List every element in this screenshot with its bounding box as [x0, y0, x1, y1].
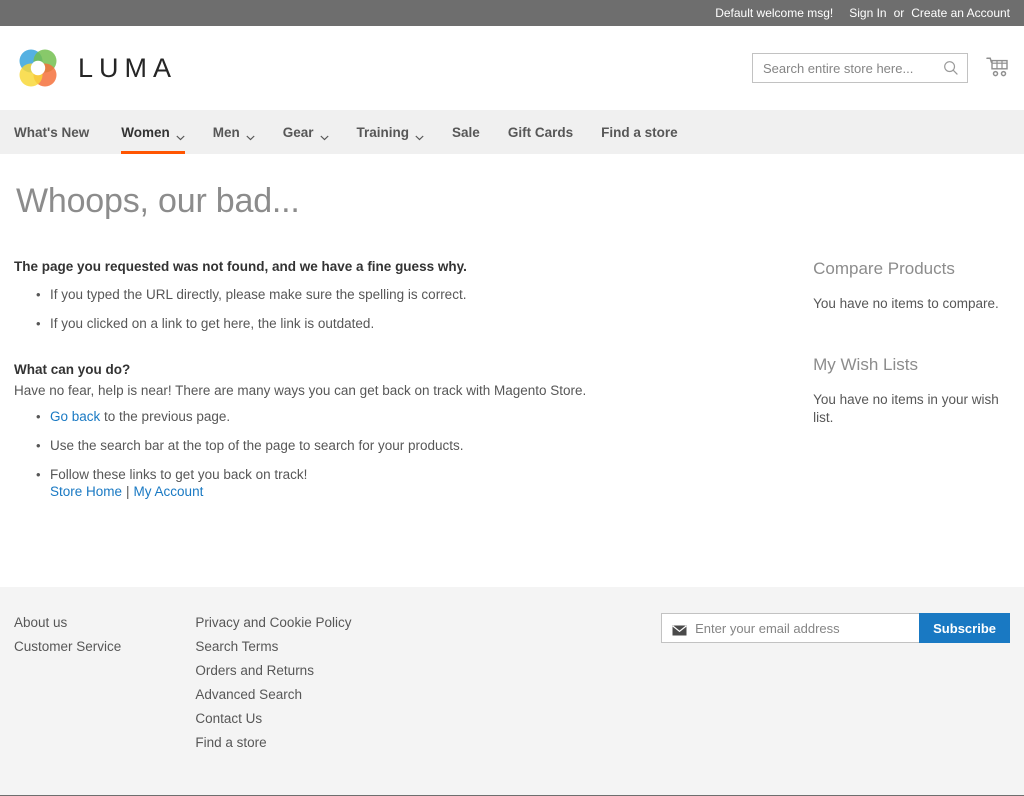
- chevron-down-icon: [246, 129, 255, 135]
- nav-item-label: Sale: [452, 125, 480, 140]
- logo-text: LUMA: [78, 53, 177, 84]
- footer-column-2: Privacy and Cookie PolicySearch TermsOrd…: [195, 611, 661, 755]
- nav-item-women[interactable]: Women: [107, 110, 199, 154]
- footer-link-find-a-store[interactable]: Find a store: [195, 731, 266, 755]
- nav-item-label: Gear: [283, 125, 314, 140]
- list-item: Go back to the previous page.: [36, 404, 703, 433]
- go-back-rest-text: to the previous page.: [100, 409, 230, 424]
- footer-link-customer-service[interactable]: Customer Service: [14, 635, 121, 659]
- footer-link-about-us[interactable]: About us: [14, 611, 67, 635]
- page-main: Whoops, our bad... The page you requeste…: [0, 182, 1024, 587]
- quick-links-row: Store Home | My Account: [50, 484, 203, 499]
- store-home-link[interactable]: Store Home: [50, 484, 122, 499]
- nav-item-label: Gift Cards: [508, 125, 573, 140]
- subscribe-button[interactable]: Subscribe: [919, 613, 1010, 643]
- search-icon[interactable]: [943, 60, 959, 76]
- wishlist-title: My Wish Lists: [813, 355, 1010, 375]
- list-item: If you typed the URL directly, please ma…: [36, 282, 703, 311]
- luma-flower-logo-icon: [14, 44, 62, 92]
- sidebar: Compare Products You have no items to co…: [813, 259, 1010, 508]
- action-list: Go back to the previous page. Use the se…: [36, 404, 703, 508]
- header-actions: [752, 53, 1010, 83]
- list-item: If you clicked on a link to get here, th…: [36, 311, 703, 340]
- nav-item-gear[interactable]: Gear: [269, 110, 343, 154]
- nav-item-what-s-new[interactable]: What's New: [14, 110, 107, 154]
- create-account-link[interactable]: Create an Account: [911, 0, 1010, 26]
- list-item: Follow these links to get you back on tr…: [36, 462, 703, 508]
- shopping-cart-icon[interactable]: [986, 56, 1010, 80]
- compare-products-title: Compare Products: [813, 259, 1010, 279]
- nav-item-label: Training: [357, 125, 410, 140]
- sign-in-link[interactable]: Sign In: [849, 0, 886, 26]
- go-back-link[interactable]: Go back: [50, 409, 100, 424]
- footer-link-contact-us[interactable]: Contact Us: [195, 707, 262, 731]
- site-footer: About usCustomer Service Privacy and Coo…: [0, 587, 1024, 795]
- footer-link-orders-and-returns[interactable]: Orders and Returns: [195, 659, 314, 683]
- logo[interactable]: LUMA: [14, 44, 177, 92]
- what-can-you-do-paragraph: Have no fear, help is near! There are ma…: [14, 383, 703, 398]
- top-panel: Default welcome msg! Sign In or Create a…: [0, 0, 1024, 26]
- footer-link-privacy-and-cookie-policy[interactable]: Privacy and Cookie Policy: [195, 611, 351, 635]
- nav-item-gift-cards[interactable]: Gift Cards: [494, 110, 587, 154]
- search-box[interactable]: [752, 53, 968, 83]
- content-wrapper: The page you requested was not found, an…: [14, 259, 1010, 508]
- newsletter-input-wrap[interactable]: [661, 613, 919, 643]
- nav-item-label: Women: [121, 125, 170, 140]
- site-header: LUMA: [0, 26, 1024, 110]
- what-can-you-do-heading: What can you do?: [14, 362, 703, 377]
- chevron-down-icon: [415, 129, 424, 135]
- nav-item-label: Men: [213, 125, 240, 140]
- search-input[interactable]: [763, 61, 943, 76]
- chevron-down-icon: [176, 129, 185, 135]
- footer-link-advanced-search[interactable]: Advanced Search: [195, 683, 302, 707]
- chevron-down-icon: [320, 129, 329, 135]
- reason-list: If you typed the URL directly, please ma…: [36, 282, 703, 340]
- nav-item-sale[interactable]: Sale: [438, 110, 494, 154]
- welcome-message: Default welcome msg!: [715, 0, 833, 26]
- error-lead-text: The page you requested was not found, an…: [14, 259, 703, 274]
- newsletter-form: Subscribe: [661, 613, 1010, 643]
- newsletter-email-input[interactable]: [695, 621, 919, 636]
- follow-links-text: Follow these links to get you back on tr…: [50, 467, 307, 482]
- footer-link-search-terms[interactable]: Search Terms: [195, 635, 278, 659]
- compare-products-empty-text: You have no items to compare.: [813, 295, 1010, 313]
- compare-products-block: Compare Products You have no items to co…: [813, 259, 1010, 313]
- or-separator: or: [894, 0, 905, 26]
- nav-item-label: Find a store: [601, 125, 678, 140]
- envelope-icon: [672, 623, 687, 634]
- wishlist-block: My Wish Lists You have no items in your …: [813, 355, 1010, 427]
- footer-column-1: About usCustomer Service: [14, 611, 195, 755]
- wishlist-empty-text: You have no items in your wish list.: [813, 391, 1010, 427]
- link-separator: |: [126, 484, 130, 499]
- nav-item-find-a-store[interactable]: Find a store: [587, 110, 692, 154]
- list-item: Use the search bar at the top of the pag…: [36, 433, 703, 462]
- main-column: The page you requested was not found, an…: [14, 259, 703, 508]
- main-navigation: What's New Women Men Gear Training Sale Gift C…: [0, 110, 1024, 154]
- nav-item-men[interactable]: Men: [199, 110, 269, 154]
- footer-inner: About usCustomer Service Privacy and Coo…: [14, 611, 1010, 755]
- my-account-link[interactable]: My Account: [134, 484, 204, 499]
- page-title: Whoops, our bad...: [16, 182, 1010, 221]
- nav-item-label: What's New: [14, 125, 89, 140]
- nav-item-training[interactable]: Training: [343, 110, 439, 154]
